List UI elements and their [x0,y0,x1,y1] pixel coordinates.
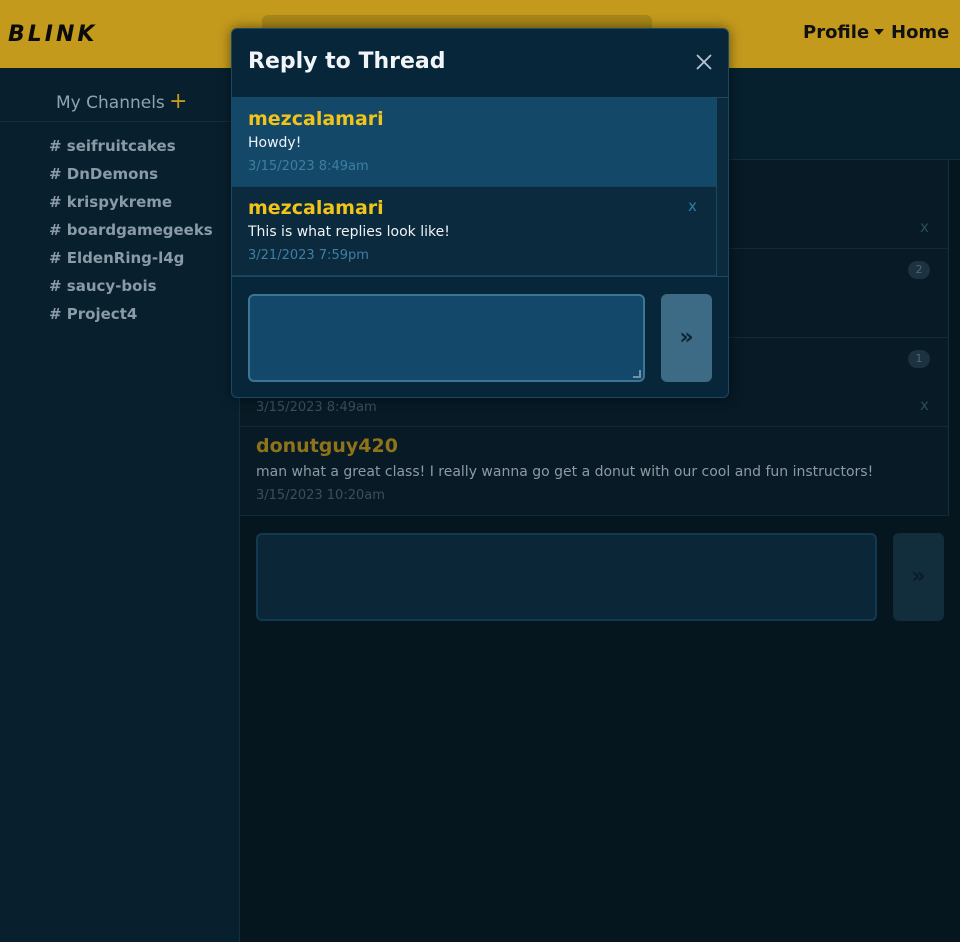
brand-logo[interactable]: BLINK [8,22,97,47]
message-time: 3/15/2023 8:49am [256,400,377,415]
resize-handle-icon[interactable] [633,370,641,378]
reply-author: mezcalamari [248,197,384,219]
channel-list: # seifruitcakes # DnDemons # krispykreme… [49,136,213,332]
reply-text: This is what replies look like! [248,224,450,240]
reply-time: 3/21/2023 7:59pm [248,248,369,263]
reply-count-badge: 2 [908,261,930,279]
reply-list: mezcalamari Howdy! 3/15/2023 8:49am mezc… [232,98,717,276]
sidebar-item-channel[interactable]: # seifruitcakes [49,136,213,164]
sidebar-item-channel[interactable]: # DnDemons [49,164,213,192]
reply-text: Howdy! [248,135,302,151]
message-text: man what a great class! I really wanna g… [256,464,874,480]
reply-item[interactable]: mezcalamari This is what replies look li… [232,187,716,276]
message-time: 3/15/2023 10:20am [256,488,385,503]
modal-title: Reply to Thread [248,49,446,74]
delete-reply-button[interactable]: x [688,197,697,215]
sidebar-item-channel[interactable]: # Project4 [49,304,213,332]
sidebar-item-channel[interactable]: # boardgamegeeks [49,220,213,248]
reply-item[interactable]: mezcalamari Howdy! 3/15/2023 8:49am [232,98,716,187]
reply-author: mezcalamari [248,108,384,130]
modal-header: Reply to Thread [232,29,728,98]
sidebar: My Channels + # seifruitcakes # DnDemons… [0,68,240,942]
close-icon[interactable] [694,52,714,72]
reply-thread-modal: Reply to Thread mezcalamari Howdy! 3/15/… [231,28,729,398]
scrollbar[interactable] [948,160,949,516]
profile-label: Profile [803,22,870,43]
message-input[interactable] [256,533,877,621]
home-link[interactable]: Home [891,22,949,43]
sidebar-header: My Channels + [0,68,240,122]
send-button[interactable]: » [893,533,944,621]
delete-message-button[interactable]: x [920,218,929,236]
sidebar-title: My Channels [56,93,165,113]
add-channel-icon[interactable]: + [169,91,187,113]
reply-time: 3/15/2023 8:49am [248,159,369,174]
sidebar-item-channel[interactable]: # krispykreme [49,192,213,220]
reply-count-badge: 1 [908,350,930,368]
send-reply-button[interactable]: » [661,294,712,382]
message-author: donutguy420 [256,435,398,457]
delete-message-button[interactable]: x [920,396,929,414]
reply-compose: » [232,276,728,397]
caret-down-icon [874,29,885,35]
sidebar-item-channel[interactable]: # EldenRing-l4g [49,248,213,276]
reply-input[interactable] [248,294,645,382]
sidebar-item-channel[interactable]: # saucy-bois [49,276,213,304]
message-item[interactable]: donutguy420 man what a great class! I re… [240,427,948,516]
profile-dropdown[interactable]: Profile [803,22,885,43]
